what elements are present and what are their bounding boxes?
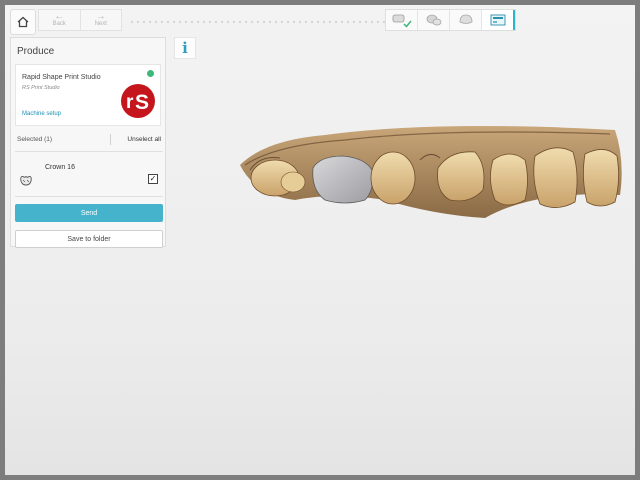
device-subtitle: RS Print Studio xyxy=(22,85,60,91)
produce-icon xyxy=(490,14,505,26)
design-step[interactable] xyxy=(417,10,449,30)
home-button[interactable] xyxy=(10,9,36,35)
info-button[interactable]: i xyxy=(174,37,196,59)
selection-row: Selected (1) Unselect all xyxy=(17,134,161,145)
svg-text:S: S xyxy=(135,91,149,114)
rs-logo: r S xyxy=(121,84,155,118)
tooth-design-icon xyxy=(426,14,441,26)
scan-step[interactable] xyxy=(386,10,417,30)
3d-viewport[interactable]: ← Back → Next i Produce Rapid Shape Prin… xyxy=(5,5,635,475)
model-step[interactable] xyxy=(449,10,481,30)
workflow-steps xyxy=(385,9,516,31)
unselect-all-button[interactable]: Unselect all xyxy=(127,136,161,143)
home-icon xyxy=(17,16,29,28)
crown-model-icon xyxy=(459,14,472,24)
selected-count: Selected (1) xyxy=(17,136,53,143)
produce-step[interactable] xyxy=(481,10,515,30)
status-dot xyxy=(147,70,154,77)
device-card[interactable]: Rapid Shape Print Studio RS Print Studio… xyxy=(15,64,161,126)
next-button[interactable]: → Next xyxy=(79,10,122,30)
next-label: Next xyxy=(94,21,107,27)
arrow-right-icon: → xyxy=(95,11,106,22)
list-item-label: Crown 16 xyxy=(45,164,75,171)
back-button[interactable]: ← Back xyxy=(39,10,80,30)
info-icon: i xyxy=(182,39,188,57)
divider xyxy=(15,196,163,197)
navigation-group: ← Back → Next xyxy=(38,9,122,31)
device-name: Rapid Shape Print Studio xyxy=(22,74,101,81)
divider xyxy=(15,151,163,152)
scan-check-icon xyxy=(392,14,412,28)
panel-title: Produce xyxy=(17,46,55,57)
save-to-folder-button[interactable]: Save to folder xyxy=(15,230,163,248)
checkmark-icon: ✓ xyxy=(149,174,157,183)
dental-arch-model[interactable] xyxy=(235,120,627,225)
send-button[interactable]: Send xyxy=(15,204,163,222)
item-checkbox[interactable]: ✓ xyxy=(148,174,158,184)
svg-text:r: r xyxy=(126,92,134,113)
arrow-left-icon: ← xyxy=(54,11,65,22)
produce-panel: Produce Rapid Shape Print Studio RS Prin… xyxy=(10,37,166,248)
toolbar-grip xyxy=(129,19,385,25)
separator xyxy=(110,134,111,145)
machine-setup-link[interactable]: Machine setup xyxy=(22,111,61,117)
back-label: Back xyxy=(52,21,66,27)
crown-icon xyxy=(20,175,32,186)
